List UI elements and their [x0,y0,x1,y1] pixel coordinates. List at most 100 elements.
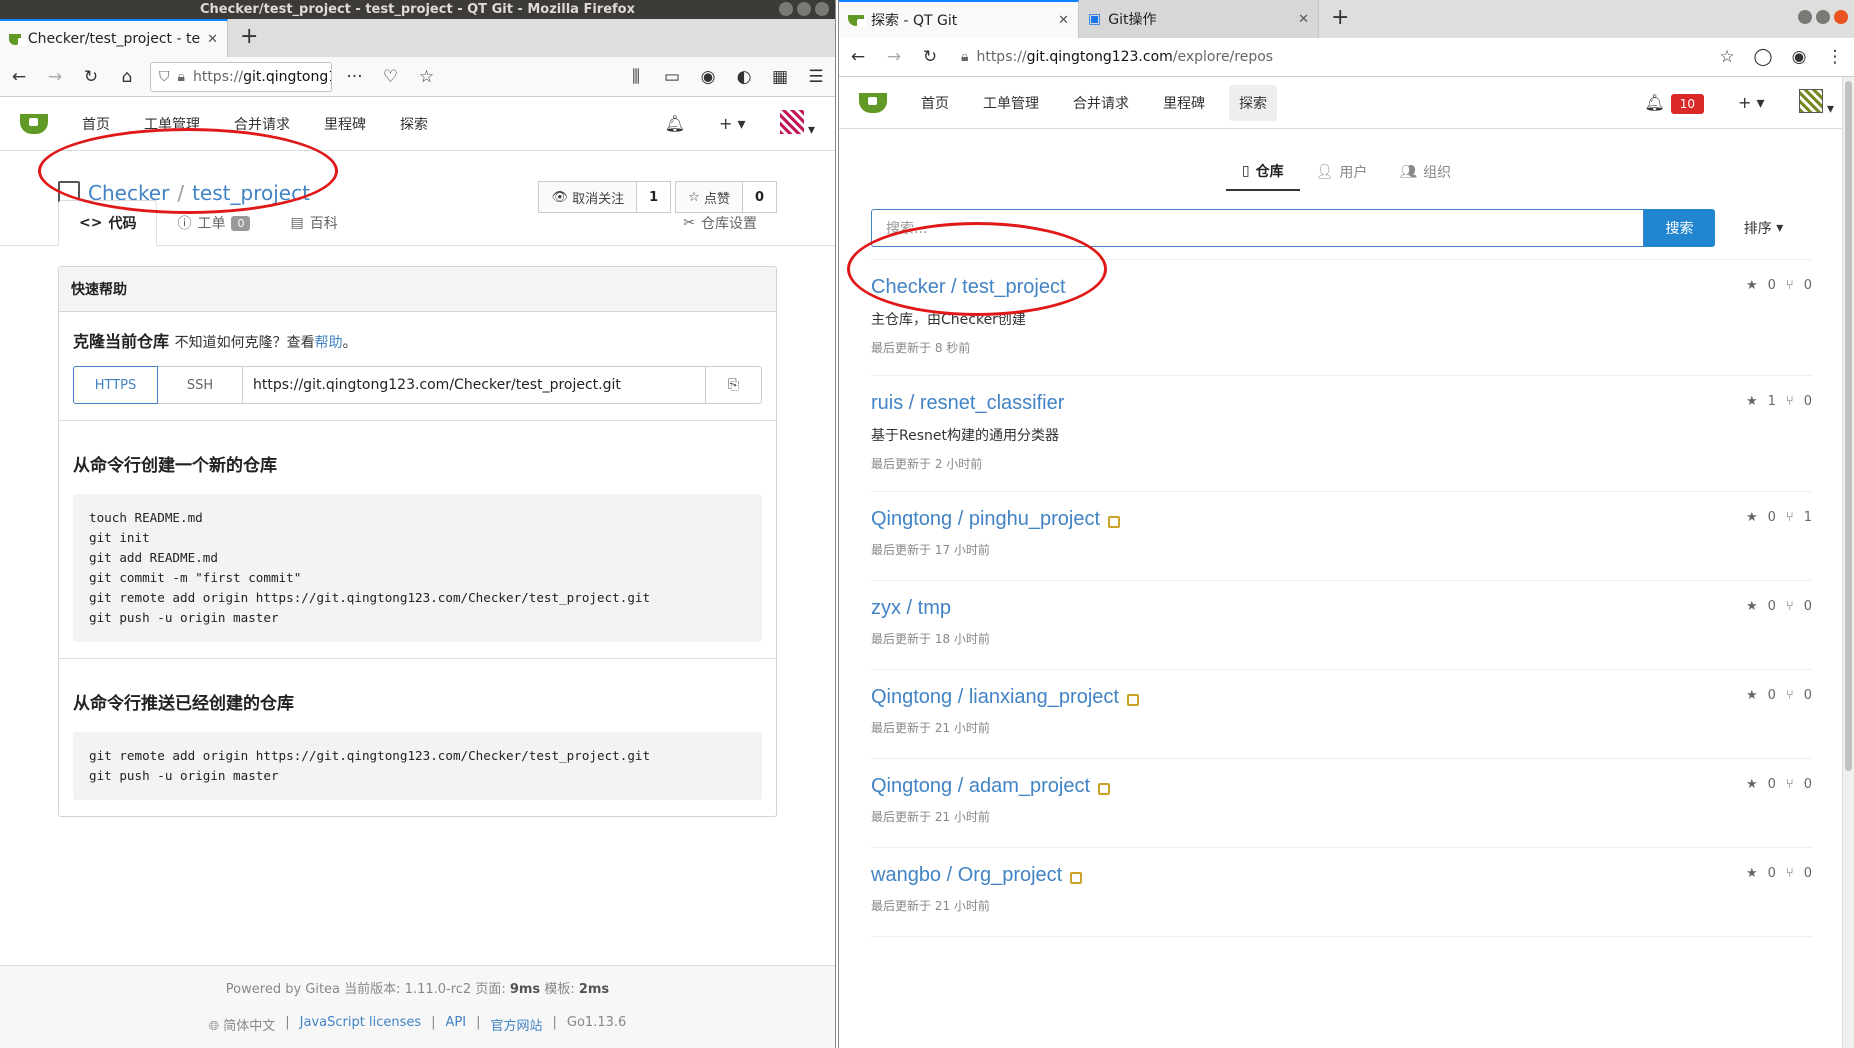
new-tab-button[interactable]: + [1319,0,1361,38]
tab-users[interactable]: 👤︎ 用户 [1300,153,1384,191]
forward-button[interactable]: → [881,44,907,70]
bell-icon[interactable]: 🔔︎ [665,114,685,133]
tab-code[interactable]: <> 代码 [58,200,158,246]
ssh-button[interactable]: SSH [158,367,243,403]
sort-dropdown[interactable]: 排序 ▾ [1715,209,1812,247]
close-tab-icon[interactable]: ✕ [1298,12,1309,27]
globe-icon: 🌐︎ [208,1019,224,1034]
repo-link[interactable]: wangbo / Org_project [871,864,1812,887]
repo-stats: ★ 0 ⑂ 0 [1746,278,1812,293]
minimize-button[interactable] [1798,10,1812,24]
gitea-logo[interactable] [20,113,48,134]
bookmark-star-icon[interactable]: ☆ [414,64,440,90]
help-link[interactable]: 帮助 [315,335,343,351]
reload-button[interactable]: ↻ [917,44,943,70]
close-window-button[interactable] [1834,10,1848,24]
more-icon[interactable]: ··· [342,64,368,90]
nav-milestones[interactable]: 里程碑 [324,114,366,134]
forward-button[interactable]: → [42,64,68,90]
star-icon: ★ [1745,278,1758,293]
create-plus-icon[interactable]: + ▾ [719,114,746,133]
star-icon: ★ [1745,866,1758,881]
back-button[interactable]: ← [845,44,871,70]
nav-pulls[interactable]: 合并请求 [1073,93,1129,113]
repo-stats: ★ 0 ⑂ 1 [1746,510,1812,525]
menu-icon[interactable]: ☰ [803,64,829,90]
fork-count: 0 [1803,866,1812,881]
fork-count: 1 [1803,510,1812,525]
browser-tab-explore[interactable]: 探索 - QT Git ✕ [839,0,1079,38]
reload-button[interactable]: ↻ [78,64,104,90]
tab-strip-right: 探索 - QT Git ✕ ▣ Git操作 ✕ + [839,0,1854,38]
api-link[interactable]: API [446,1015,467,1034]
maximize-button[interactable] [1816,10,1830,24]
maximize-button[interactable] [797,2,811,16]
minimize-button[interactable] [779,2,793,16]
account-icon[interactable]: ◉ [1786,44,1812,70]
nav-milestones[interactable]: 里程碑 [1163,93,1205,113]
back-button[interactable]: ← [6,64,32,90]
close-tab-icon[interactable]: ✕ [1058,13,1069,28]
url-bar[interactable]: 🔒︎ https://git.qingtong123.com/explore/r… [953,42,1704,72]
repo-link[interactable]: zyx / tmp [871,597,1812,620]
close-tab-icon[interactable]: ✕ [207,32,218,47]
lock-icon [1070,871,1083,884]
copy-icon[interactable]: ⎘ [705,367,761,403]
issue-icon: ⓘ [177,216,192,232]
nav-explore[interactable]: 探索 [1229,84,1277,121]
repo-link[interactable]: Qingtong / lianxiang_project [871,686,1812,709]
star-count: 0 [1767,599,1776,614]
close-window-button[interactable] [815,2,829,16]
account-icon[interactable]: ◉ [695,64,721,90]
sidebar-icon[interactable]: ▭ [659,64,685,90]
url-bar[interactable]: ⛉ 🔒︎ https://git.qingtong123.con [150,61,332,92]
bookmark-star-icon[interactable]: ☆ [1714,44,1740,70]
fork-icon: ⑂ [1785,866,1794,881]
create-plus-icon[interactable]: + ▾ [1738,93,1765,112]
repo-link[interactable]: ruis / resnet_classifier [871,392,1812,415]
notifications[interactable]: 🔔︎ 10 [1644,93,1704,114]
scrollbar-thumb[interactable] [1845,81,1852,771]
org-icon: 👥︎ [1399,164,1418,180]
repo-link[interactable]: Checker / test_project [871,276,1812,299]
repo-updated-time: 最后更新于 2 小时前 [871,457,983,471]
lock-icon [1126,693,1139,706]
user-menu[interactable]: ▾ [1798,88,1834,117]
tab-repos[interactable]: ▯ 仓库 [1225,153,1300,191]
doc-favicon-icon: ▣ [1088,11,1102,27]
nav-issues[interactable]: 工单管理 [983,93,1039,113]
extension-icon[interactable]: ◯ [1750,44,1776,70]
browser-tab[interactable]: Checker/test_project - te ✕ [0,19,228,57]
nav-explore[interactable]: 探索 [400,114,428,134]
scrollbar[interactable] [1842,77,1854,1048]
browser-tab-git[interactable]: ▣ Git操作 ✕ [1079,0,1319,38]
library-icon[interactable]: ⫼ [623,64,649,90]
repo-updated-time: 最后更新于 18 小时前 [871,632,990,646]
push-repo-code: git remote add origin https://git.qingto… [73,732,762,800]
repo-link[interactable]: Qingtong / pinghu_project [871,508,1812,531]
gitea-logo[interactable] [859,92,887,113]
js-licenses-link[interactable]: JavaScript licenses [300,1015,421,1034]
extension-icon[interactable]: ◐ [731,64,757,90]
tab-orgs[interactable]: 👥︎ 组织 [1383,153,1467,191]
tab-wiki[interactable]: ▤ 百科 [270,200,357,246]
clone-url-input[interactable]: https://git.qingtong123.com/Checker/test… [243,367,705,403]
nav-home[interactable]: 首页 [82,114,110,134]
pocket-icon[interactable]: ♡ [378,64,404,90]
user-menu[interactable]: ▾ [779,109,815,138]
search-input[interactable]: 搜索... [871,209,1644,247]
menu-icon[interactable]: ⋮ [1822,44,1848,70]
nav-home[interactable]: 首页 [921,93,949,113]
nav-issues[interactable]: 工单管理 [144,114,200,134]
search-button[interactable]: 搜索 [1644,209,1715,247]
tab-issues[interactable]: ⓘ 工单 0 [157,200,270,246]
repo-link[interactable]: Qingtong / adam_project [871,775,1812,798]
nav-pulls[interactable]: 合并请求 [234,114,290,134]
new-tab-button[interactable]: + [228,19,270,57]
extension2-icon[interactable]: ▦ [767,64,793,90]
https-button[interactable]: HTTPS [73,366,158,404]
language-selector[interactable]: 🌐︎ 简体中文 [209,1015,276,1034]
home-button[interactable]: ⌂ [114,64,140,90]
tab-settings[interactable]: ✂ 仓库设置 [663,200,777,246]
website-link[interactable]: 官方网站 [490,1015,542,1034]
